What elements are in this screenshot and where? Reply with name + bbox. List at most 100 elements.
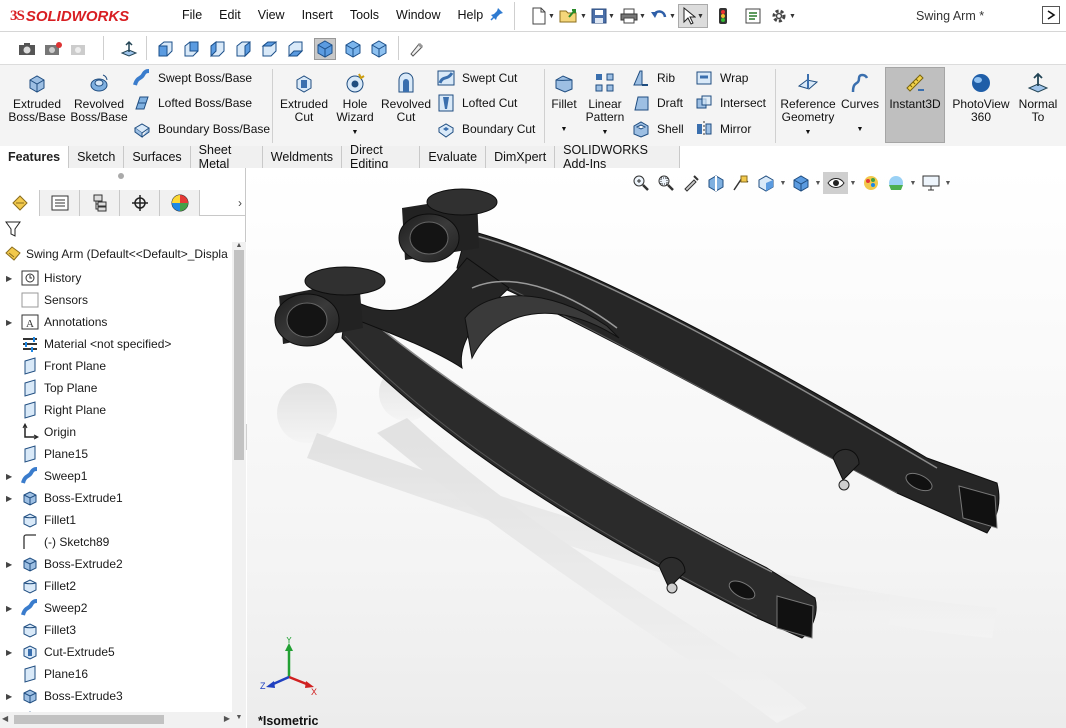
options-icon[interactable]: ▼ [768, 4, 798, 28]
file-properties-icon[interactable] [738, 4, 768, 28]
snapshot-icon[interactable] [42, 38, 64, 60]
tree-item[interactable]: Fillet3 [6, 619, 76, 641]
scroll-right-icon[interactable]: ▶ [224, 714, 230, 723]
dimxpert-manager-tab[interactable] [120, 190, 160, 216]
lofted-boss-button[interactable]: Lofted Boss/Base [132, 92, 252, 114]
view-left-icon[interactable] [206, 38, 228, 60]
scroll-down-icon[interactable]: ▼ [234, 714, 244, 722]
filter-icon[interactable] [4, 220, 24, 240]
tree-item[interactable]: ▶ Cut-Extrude5 [6, 641, 115, 663]
menu-window[interactable]: Window [388, 8, 449, 22]
menu-help[interactable]: Help [450, 8, 493, 22]
tree-item[interactable]: ▶ Sweep2 [6, 597, 87, 619]
boundary-cut-button[interactable]: Boundary Cut [436, 118, 535, 140]
fillet-dropdown-icon[interactable]: ▼ [561, 123, 568, 136]
tree-item[interactable]: Fillet2 [6, 575, 76, 597]
view-back-icon[interactable] [180, 38, 202, 60]
print-icon[interactable]: ▼ [618, 4, 648, 28]
intersect-button[interactable]: Intersect [694, 92, 766, 114]
expand-arrow-icon[interactable]: ▶ [6, 494, 20, 503]
hole-wizard-button[interactable]: Hole Wizard ▼ [332, 71, 378, 139]
feature-manager-tab[interactable] [0, 190, 40, 216]
scroll-left-icon[interactable]: ◀ [2, 714, 8, 723]
menu-file[interactable]: File [174, 8, 211, 22]
display-manager-tab[interactable] [160, 190, 200, 216]
linear-pattern-dropdown-icon[interactable]: ▼ [602, 126, 609, 139]
photoview-360-button[interactable]: PhotoView 360 [950, 71, 1012, 124]
tree-vertical-scrollbar[interactable]: ▲ ▼ [232, 242, 246, 728]
tree-item[interactable]: Plane16 [6, 663, 88, 685]
open-icon[interactable]: ▼ [558, 4, 588, 28]
tree-item[interactable]: ▶ Boss-Extrude3 [6, 685, 123, 707]
rebuild-icon[interactable] [708, 4, 738, 28]
horizontal-scroll-thumb[interactable] [14, 715, 164, 724]
menu-view[interactable]: View [250, 8, 294, 22]
tree-item[interactable]: Top Plane [6, 377, 97, 399]
revolved-boss-button[interactable]: Revolved Boss/Base [70, 71, 128, 124]
solidworks-logo[interactable]: 3S SOLIDWORKS [10, 6, 129, 26]
tree-item[interactable]: Sensors [6, 289, 88, 311]
normal-to-small-icon[interactable] [118, 38, 140, 60]
curves-dropdown-icon[interactable]: ▼ [857, 123, 864, 136]
expand-arrow-icon[interactable]: ▶ [6, 560, 20, 569]
menu-edit[interactable]: Edit [211, 8, 250, 22]
flashlight-icon[interactable] [405, 38, 427, 60]
swept-boss-button[interactable]: Swept Boss/Base [132, 67, 252, 89]
tab-solidworks-add-ins[interactable]: SOLIDWORKS Add-Ins [555, 143, 680, 171]
expand-arrow-icon[interactable]: ▶ [6, 472, 20, 481]
menu-tools[interactable]: Tools [342, 8, 388, 22]
tree-item[interactable]: Right Plane [6, 399, 106, 421]
extruded-boss-button[interactable]: Extruded Boss/Base [8, 71, 66, 124]
new-doc-icon[interactable]: ▼ [528, 4, 558, 28]
tree-item[interactable]: ▶ Sweep1 [6, 465, 87, 487]
tree-item[interactable]: Origin [6, 421, 76, 443]
reference-geometry-dropdown-icon[interactable]: ▼ [805, 126, 812, 139]
tree-horizontal-scrollbar[interactable]: ◀ ▶ [0, 712, 232, 728]
scroll-thumb[interactable] [234, 250, 244, 460]
property-manager-tab[interactable] [40, 190, 80, 216]
expand-panel-icon[interactable] [1042, 6, 1060, 24]
undo-icon[interactable]: ▼ [648, 4, 678, 28]
scroll-up-icon[interactable]: ▲ [234, 242, 244, 250]
expand-arrow-icon[interactable]: ▶ [6, 274, 20, 283]
extruded-cut-button[interactable]: Extruded Cut [278, 71, 330, 124]
view-isometric-icon[interactable] [314, 38, 336, 60]
tab-direct-editing[interactable]: Direct Editing [342, 143, 421, 171]
tabs-scroll-right-icon[interactable]: › [238, 196, 242, 210]
view-dimetric-icon[interactable] [368, 38, 390, 60]
normal-to-button[interactable]: Normal To [1016, 71, 1060, 124]
linear-pattern-button[interactable]: Linear Pattern ▼ [584, 71, 626, 139]
pin-menu-icon[interactable] [490, 7, 504, 24]
expand-arrow-icon[interactable]: ▶ [6, 648, 20, 657]
tree-item[interactable]: ▶ History [6, 267, 81, 289]
panel-grip[interactable] [118, 173, 124, 179]
tab-dimxpert[interactable]: DimXpert [486, 146, 556, 168]
curves-button[interactable]: Curves ▼ [841, 71, 879, 136]
select-icon[interactable]: ▼ [678, 4, 708, 28]
shell-button[interactable]: Shell [631, 118, 684, 140]
draft-button[interactable]: Draft [631, 92, 683, 114]
tab-features[interactable]: Features [0, 146, 70, 168]
tree-item[interactable]: Fillet1 [6, 509, 76, 531]
view-top-icon[interactable] [258, 38, 280, 60]
expand-arrow-icon[interactable]: ▶ [6, 318, 20, 327]
menu-insert[interactable]: Insert [294, 8, 342, 22]
tab-sketch[interactable]: Sketch [69, 146, 125, 168]
tree-item[interactable]: ▶ Boss-Extrude1 [6, 487, 123, 509]
view-bottom-icon[interactable] [284, 38, 306, 60]
lofted-cut-button[interactable]: Lofted Cut [436, 92, 517, 114]
hole-wizard-dropdown-icon[interactable]: ▼ [352, 126, 359, 139]
revolved-cut-button[interactable]: Revolved Cut [381, 71, 431, 124]
swing-arm-model[interactable] [247, 168, 1066, 728]
expand-arrow-icon[interactable]: ▶ [6, 604, 20, 613]
tree-item[interactable]: ▶ A Annotations [6, 311, 107, 333]
boundary-boss-button[interactable]: Boundary Boss/Base [132, 118, 270, 140]
wrap-button[interactable]: Wrap [694, 67, 748, 89]
configuration-manager-tab[interactable] [80, 190, 120, 216]
fillet-button[interactable]: Fillet ▼ [549, 71, 579, 136]
tab-sheet-metal[interactable]: Sheet Metal [190, 143, 263, 171]
reference-geometry-button[interactable]: Reference Geometry ▼ [780, 71, 836, 139]
tree-root-part[interactable]: Swing Arm (Default<<Default>_Displa [4, 245, 228, 263]
mirror-button[interactable]: Mirror [694, 118, 751, 140]
view-front-icon[interactable] [154, 38, 176, 60]
